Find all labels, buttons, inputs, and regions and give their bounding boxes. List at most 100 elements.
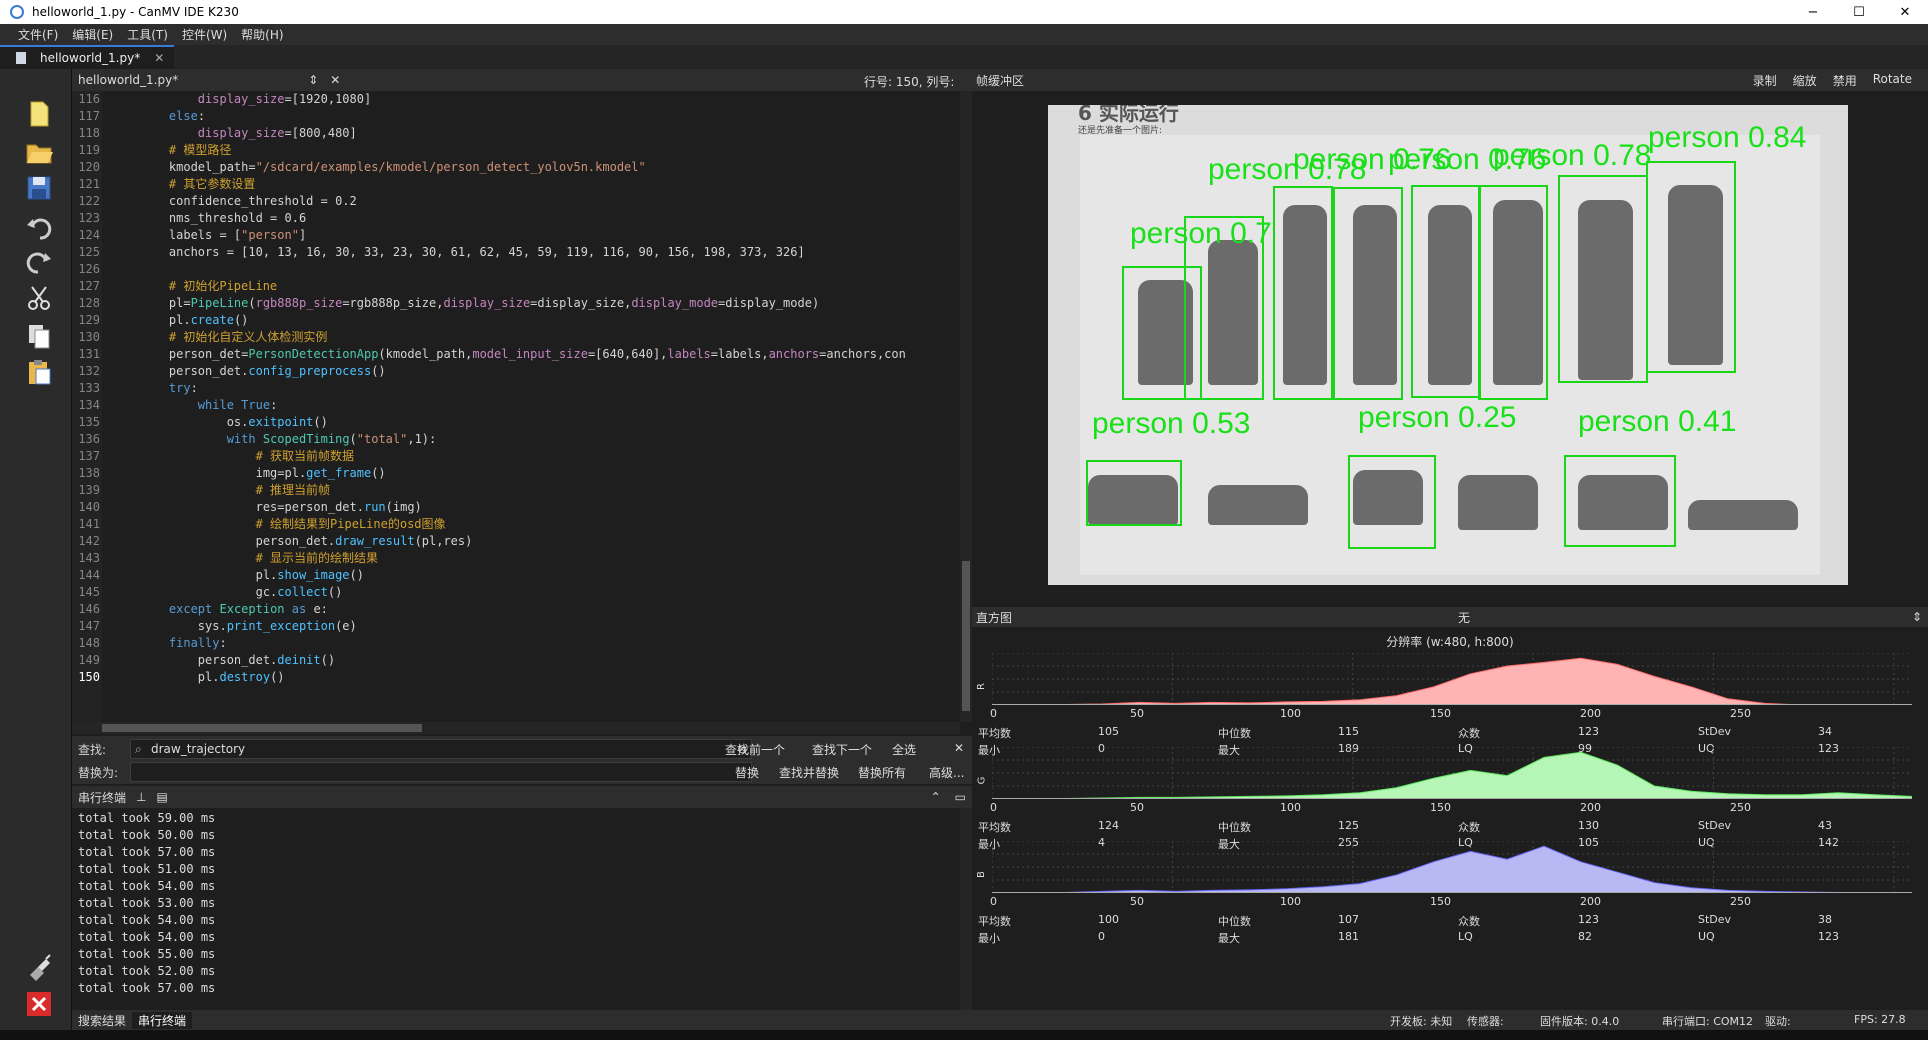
minimize-button[interactable]: − — [1790, 5, 1836, 20]
replace-all-button[interactable]: 替换所有 — [858, 764, 906, 781]
menu-help[interactable]: 帮助(H) — [241, 26, 283, 43]
maximize-panel-icon[interactable]: ▭ — [955, 790, 966, 804]
code-line[interactable]: pl=PipeLine(rgb888p_size=rgb888p_size,di… — [140, 295, 960, 312]
code-line[interactable]: else: — [140, 108, 960, 125]
tab-label: helloworld_1.py* — [40, 51, 141, 65]
code-line[interactable]: nms_threshold = 0.6 — [140, 210, 960, 227]
mode-select-arrow-icon[interactable]: ⇕ — [1912, 610, 1922, 624]
tab-serial-terminal[interactable]: 串行终端 — [132, 1011, 193, 1029]
person-figure — [1688, 500, 1798, 530]
redo-icon[interactable] — [24, 247, 54, 277]
terminal-line: total took 54.00 ms — [78, 879, 216, 893]
cut-icon[interactable] — [24, 283, 54, 313]
serial-terminal[interactable]: total took 59.00 ms total took 50.00 ms to… — [72, 808, 960, 1010]
code-line[interactable]: anchors = [10, 13, 16, 30, 33, 23, 30, 6… — [140, 244, 960, 261]
find-prev-button[interactable]: 查找前一个 — [725, 741, 785, 758]
save-log-icon[interactable]: ▤ — [156, 790, 167, 804]
code-line[interactable]: display_size=[800,480] — [140, 125, 960, 142]
code-line[interactable]: # 初始化自定义人体检测实例 — [140, 329, 960, 346]
code-line[interactable]: except Exception as e: — [140, 601, 960, 618]
code-line[interactable]: person_det.deinit() — [140, 652, 960, 669]
terminal-line: total took 59.00 ms — [78, 811, 216, 825]
code-line[interactable]: # 初始化PipeLine — [140, 278, 960, 295]
code-line[interactable]: sys.print_exception(e) — [140, 618, 960, 635]
code-lines[interactable]: display_size=[1920,1080] else: display_s… — [140, 91, 960, 686]
maximize-button[interactable]: ☐ — [1836, 5, 1882, 20]
editor-vertical-scrollbar[interactable] — [960, 91, 972, 722]
stat-uq-label: UQ — [1698, 930, 1715, 943]
code-line[interactable]: pl.show_image() — [140, 567, 960, 584]
histogram-plot — [992, 841, 1912, 893]
code-line[interactable]: person_det.draw_result(pl,res) — [140, 533, 960, 550]
code-line[interactable]: gc.collect() — [140, 584, 960, 601]
find-next-button[interactable]: 查找下一个 — [812, 741, 872, 758]
file-selector-icon[interactable]: ⇕ — [308, 73, 318, 87]
replace-button[interactable]: 替换 — [735, 764, 759, 781]
connect-icon[interactable] — [24, 951, 54, 981]
tab-search-results[interactable]: 搜索结果 — [72, 1012, 132, 1029]
save-icon[interactable] — [24, 173, 54, 203]
record-button[interactable]: 录制 — [1753, 72, 1777, 89]
framebuffer-title: 帧缓冲区 — [976, 73, 1025, 88]
close-window-button[interactable]: ✕ — [1882, 5, 1928, 20]
code-line[interactable]: labels = ["person"] — [140, 227, 960, 244]
code-line[interactable]: # 获取当前帧数据 — [140, 448, 960, 465]
copy-icon[interactable] — [24, 321, 54, 351]
collapse-icon[interactable]: ⌃ — [931, 790, 941, 804]
tick-label: 200 — [1580, 801, 1601, 814]
disable-button[interactable]: 禁用 — [1833, 72, 1857, 89]
code-line[interactable]: # 其它参数设置 — [140, 176, 960, 193]
code-line[interactable]: os.exitpoint() — [140, 414, 960, 431]
histogram-mode-select[interactable]: 无 — [1458, 609, 1470, 626]
find-close-button[interactable]: ✕ — [954, 741, 964, 755]
editor-close-icon[interactable]: ✕ — [330, 73, 340, 87]
open-folder-icon[interactable] — [24, 137, 54, 167]
paste-icon[interactable] — [24, 357, 54, 387]
line-number: 117 — [78, 109, 100, 123]
rotate-button[interactable]: Rotate — [1873, 72, 1912, 89]
code-line[interactable]: confidence_threshold = 0.2 — [140, 193, 960, 210]
code-line[interactable]: try: — [140, 380, 960, 397]
code-editor[interactable]: 116 117 118 119 120 121 122 123 124 125 126 127 128 1… — [72, 91, 960, 722]
code-line[interactable]: img=pl.get_frame() — [140, 465, 960, 482]
editor-file-label: helloworld_1.py* — [78, 73, 179, 87]
line-number: 133 — [78, 381, 100, 395]
menu-tools[interactable]: 工具(T) — [127, 26, 168, 43]
menu-widgets[interactable]: 控件(W) — [182, 26, 227, 43]
code-line[interactable]: # 模型路径 — [140, 142, 960, 159]
code-line[interactable]: with ScopedTiming("total",1): — [140, 431, 960, 448]
code-line[interactable]: # 绘制结果到PipeLine的osd图像 — [140, 516, 960, 533]
menu-file[interactable]: 文件(F) — [18, 26, 58, 43]
code-line[interactable]: kmodel_path="/sdcard/examples/kmodel/per… — [140, 159, 960, 176]
tab-helloworld[interactable]: helloworld_1.py* ✕ — [0, 45, 175, 69]
find-input[interactable]: ⌕ draw_trajectory ⊗ — [130, 739, 752, 759]
select-all-button[interactable]: 全选 — [892, 741, 916, 758]
clear-terminal-icon[interactable]: ⊥ — [136, 790, 146, 804]
code-line[interactable]: # 显示当前的绘制结果 — [140, 550, 960, 567]
code-line[interactable]: person_det.config_preprocess() — [140, 363, 960, 380]
editor-horizontal-scrollbar[interactable] — [72, 722, 960, 734]
line-number: 135 — [78, 415, 100, 429]
menu-edit[interactable]: 编辑(E) — [72, 26, 113, 43]
tab-close-icon[interactable]: ✕ — [154, 51, 164, 65]
terminal-scrollbar[interactable] — [960, 808, 972, 1010]
code-line[interactable]: pl.create() — [140, 312, 960, 329]
find-replace-button[interactable]: 查找并替换 — [779, 764, 839, 781]
undo-icon[interactable] — [24, 213, 54, 243]
replace-input[interactable] — [130, 762, 752, 782]
code-line[interactable]: person_det=PersonDetectionApp(kmodel_pat… — [140, 346, 960, 363]
code-line[interactable]: res=person_det.run(img) — [140, 499, 960, 516]
frame-image: 6 实际运行 还是先准备一个图片: person 0.7 person 0.78… — [1048, 105, 1848, 585]
tick-label: 200 — [1580, 895, 1601, 908]
zoom-button[interactable]: 缩放 — [1793, 72, 1817, 89]
advanced-button[interactable]: 高级... — [929, 764, 964, 781]
code-line[interactable]: # 推理当前帧 — [140, 482, 960, 499]
code-line[interactable] — [140, 261, 960, 278]
new-file-icon[interactable] — [24, 99, 54, 129]
code-line[interactable]: while True: — [140, 397, 960, 414]
detection-label: person 0.84 — [1648, 121, 1807, 154]
code-line[interactable]: pl.destroy() — [140, 669, 960, 686]
code-line[interactable]: finally: — [140, 635, 960, 652]
code-line[interactable]: display_size=[1920,1080] — [140, 91, 960, 108]
stop-icon[interactable] — [24, 989, 54, 1019]
